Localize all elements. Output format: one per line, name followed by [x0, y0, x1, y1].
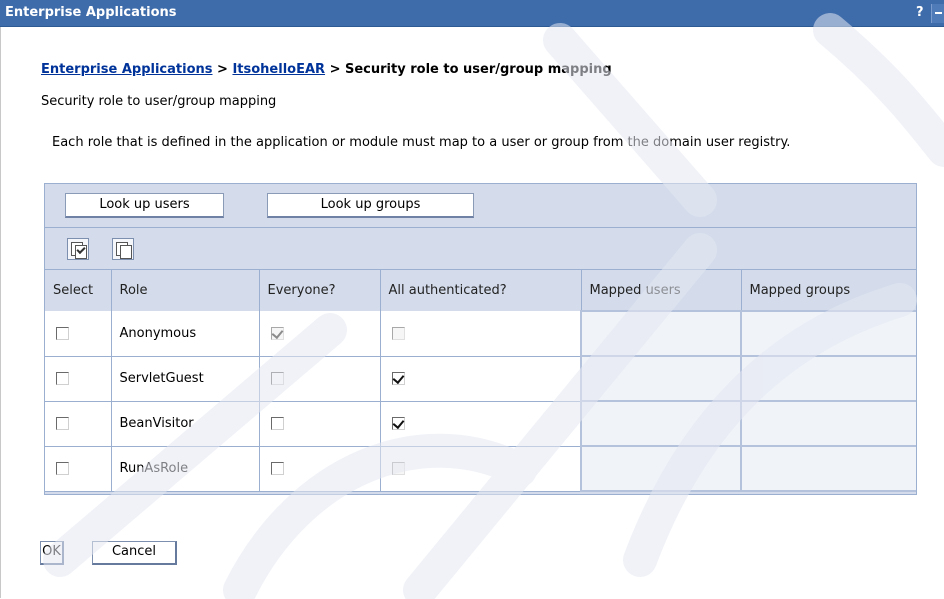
select-checkbox[interactable]	[56, 326, 69, 340]
everyone-cell	[259, 356, 381, 402]
all-authenticated-cell	[380, 356, 582, 402]
select-checkbox[interactable]	[56, 417, 69, 430]
role-name: BeanVisitor	[111, 401, 260, 447]
mapping-panel: Look up users Look up groups Select Role…	[44, 183, 917, 495]
mapped-groups-cell	[740, 445, 916, 492]
all-authenticated-cell	[380, 311, 582, 357]
all-authenticated-cell	[380, 446, 582, 492]
role-name: ServletGuest	[111, 356, 260, 402]
select-cell	[45, 401, 112, 447]
mapped-groups-cell	[740, 355, 916, 402]
select-all-icon[interactable]	[67, 238, 89, 260]
everyone-checkbox[interactable]	[270, 417, 284, 430]
column-header-mapped-groups[interactable]: Mapped groups	[741, 270, 916, 311]
role-name: RunAsRole	[111, 446, 260, 492]
table-row: RunAsRole	[45, 445, 916, 492]
table-header-row: Select Role Everyone? All authenticated?…	[45, 270, 916, 311]
all-authenticated-checkbox[interactable]	[391, 372, 405, 385]
select-cell	[45, 356, 112, 402]
ok-button[interactable]: OK	[40, 541, 64, 565]
mapped-users-cell	[580, 445, 742, 492]
mapped-users-cell	[580, 400, 742, 447]
minimize-icon[interactable]	[931, 4, 944, 23]
everyone-checkbox[interactable]	[270, 372, 284, 385]
look-up-groups-button[interactable]: Look up groups	[267, 193, 474, 218]
breadcrumb-link-itsohelloear[interactable]: ItsohelloEAR	[232, 62, 325, 77]
column-header-role[interactable]: Role	[111, 270, 260, 311]
all-authenticated-checkbox	[391, 462, 405, 475]
table-row: Anonymous	[45, 310, 916, 357]
breadcrumb-current: Security role to user/group mapping	[345, 62, 612, 77]
mapped-groups-cell	[740, 400, 916, 447]
breadcrumb-separator: >	[325, 62, 345, 77]
everyone-checkbox	[270, 326, 284, 340]
mapped-groups-cell	[740, 310, 916, 357]
breadcrumb: Enterprise Applications > ItsohelloEAR >…	[41, 62, 612, 77]
window-title: Enterprise Applications	[5, 5, 177, 20]
look-up-users-button[interactable]: Look up users	[65, 193, 224, 218]
all-authenticated-cell	[380, 401, 582, 447]
all-authenticated-checkbox	[391, 326, 405, 340]
selection-icon-bar	[45, 228, 916, 270]
mapped-users-cell	[580, 310, 742, 357]
select-checkbox[interactable]	[56, 462, 69, 475]
everyone-cell	[259, 446, 381, 492]
cancel-button[interactable]: Cancel	[92, 541, 177, 565]
column-header-select[interactable]: Select	[45, 270, 112, 311]
column-header-everyone[interactable]: Everyone?	[259, 270, 381, 311]
column-header-all-authenticated[interactable]: All authenticated?	[380, 270, 582, 311]
page-subtitle: Security role to user/group mapping	[41, 94, 277, 109]
all-authenticated-checkbox[interactable]	[391, 417, 405, 430]
select-checkbox[interactable]	[56, 372, 69, 385]
column-header-mapped-users[interactable]: Mapped users	[581, 270, 742, 311]
lookup-button-bar: Look up users Look up groups	[45, 184, 916, 228]
everyone-checkbox[interactable]	[270, 462, 284, 475]
mapped-users-cell	[580, 355, 742, 402]
everyone-cell	[259, 311, 381, 357]
table-row: BeanVisitor	[45, 400, 916, 447]
window-titlebar: Enterprise Applications ?	[0, 0, 944, 27]
help-icon[interactable]: ?	[916, 5, 924, 20]
table-row: ServletGuest	[45, 355, 916, 402]
deselect-all-icon[interactable]	[112, 238, 134, 260]
select-cell	[45, 446, 112, 492]
select-cell	[45, 311, 112, 357]
breadcrumb-link-enterprise-applications[interactable]: Enterprise Applications	[41, 62, 213, 77]
role-name: Anonymous	[111, 311, 260, 357]
role-mapping-table: Select Role Everyone? All authenticated?…	[45, 270, 916, 492]
everyone-cell	[259, 401, 381, 447]
page-description: Each role that is defined in the applica…	[52, 135, 791, 150]
breadcrumb-separator: >	[212, 62, 233, 77]
